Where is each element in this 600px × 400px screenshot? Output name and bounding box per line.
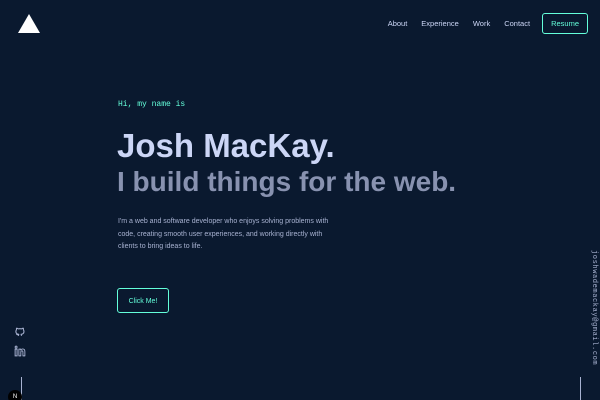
nav-link-experience[interactable]: Experience xyxy=(421,14,459,34)
linkedin-icon[interactable] xyxy=(14,345,26,357)
nav-link-about[interactable]: About xyxy=(388,14,408,34)
logo-triangle-icon[interactable] xyxy=(18,14,40,33)
nav-link-work[interactable]: Work xyxy=(473,14,490,34)
top-nav: About Experience Work Contact Resume xyxy=(388,13,588,34)
github-icon[interactable] xyxy=(14,325,26,337)
hero-name: Josh MacKay. xyxy=(117,127,335,164)
social-links xyxy=(14,325,28,365)
email-link[interactable]: joshwademackay@gmail.com xyxy=(590,250,598,365)
hero-greeting: Hi, my name is xyxy=(118,100,186,109)
click-me-button[interactable]: Click Me! xyxy=(117,288,169,313)
hero-intro: I'm a web and software developer who enj… xyxy=(118,218,329,250)
n-badge-icon[interactable]: N xyxy=(8,390,22,400)
right-rail-line xyxy=(580,377,581,400)
resume-button[interactable]: Resume xyxy=(542,13,588,34)
hero-tagline: I build things for the web. xyxy=(117,166,457,197)
page: About Experience Work Contact Resume Hi,… xyxy=(0,0,600,400)
nav-link-contact[interactable]: Contact xyxy=(504,14,530,34)
